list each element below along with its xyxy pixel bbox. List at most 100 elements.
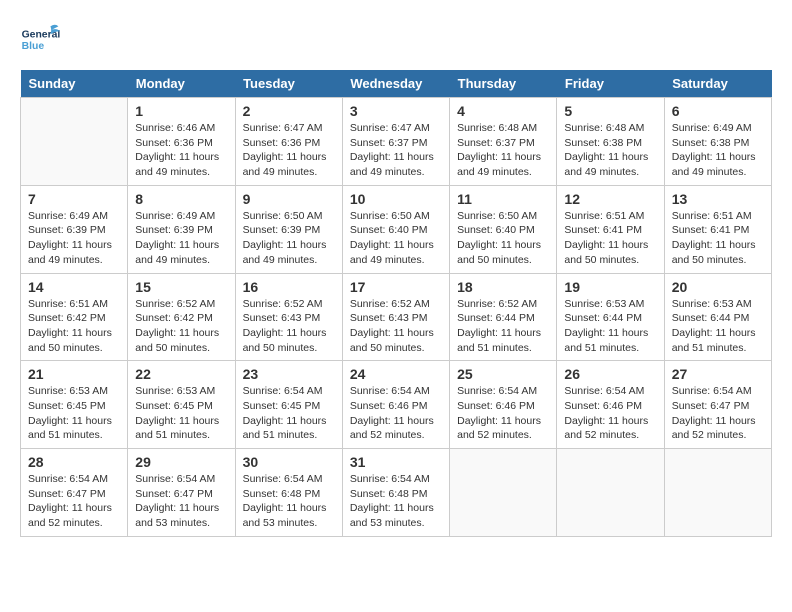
sunset-text: Sunset: 6:46 PM: [350, 399, 442, 414]
sunrise-text: Sunrise: 6:54 AM: [135, 472, 227, 487]
day-number: 4: [457, 103, 549, 119]
day-number: 15: [135, 279, 227, 295]
calendar-cell: 23Sunrise: 6:54 AMSunset: 6:45 PMDayligh…: [235, 361, 342, 449]
header-row: SundayMondayTuesdayWednesdayThursdayFrid…: [21, 70, 772, 98]
day-info: Sunrise: 6:47 AMSunset: 6:36 PMDaylight:…: [243, 121, 335, 180]
day-number: 24: [350, 366, 442, 382]
daylight-text: Daylight: 11 hours and 49 minutes.: [350, 150, 442, 179]
sunrise-text: Sunrise: 6:54 AM: [243, 384, 335, 399]
day-number: 6: [672, 103, 764, 119]
sunrise-text: Sunrise: 6:54 AM: [28, 472, 120, 487]
day-number: 1: [135, 103, 227, 119]
sunrise-text: Sunrise: 6:50 AM: [457, 209, 549, 224]
day-info: Sunrise: 6:50 AMSunset: 6:39 PMDaylight:…: [243, 209, 335, 268]
calendar-table: SundayMondayTuesdayWednesdayThursdayFrid…: [20, 70, 772, 537]
sunset-text: Sunset: 6:44 PM: [564, 311, 656, 326]
week-row-2: 7Sunrise: 6:49 AMSunset: 6:39 PMDaylight…: [21, 185, 772, 273]
day-header-friday: Friday: [557, 70, 664, 98]
sunset-text: Sunset: 6:39 PM: [243, 223, 335, 238]
sunset-text: Sunset: 6:41 PM: [564, 223, 656, 238]
day-info: Sunrise: 6:54 AMSunset: 6:47 PMDaylight:…: [672, 384, 764, 443]
calendar-cell: 31Sunrise: 6:54 AMSunset: 6:48 PMDayligh…: [342, 449, 449, 537]
daylight-text: Daylight: 11 hours and 52 minutes.: [28, 501, 120, 530]
sunset-text: Sunset: 6:43 PM: [243, 311, 335, 326]
sunrise-text: Sunrise: 6:50 AM: [350, 209, 442, 224]
daylight-text: Daylight: 11 hours and 52 minutes.: [564, 414, 656, 443]
calendar-cell: 25Sunrise: 6:54 AMSunset: 6:46 PMDayligh…: [450, 361, 557, 449]
sunrise-text: Sunrise: 6:51 AM: [672, 209, 764, 224]
sunrise-text: Sunrise: 6:51 AM: [564, 209, 656, 224]
daylight-text: Daylight: 11 hours and 49 minutes.: [135, 150, 227, 179]
calendar-cell: 28Sunrise: 6:54 AMSunset: 6:47 PMDayligh…: [21, 449, 128, 537]
daylight-text: Daylight: 11 hours and 50 minutes.: [564, 238, 656, 267]
day-info: Sunrise: 6:52 AMSunset: 6:42 PMDaylight:…: [135, 297, 227, 356]
sunset-text: Sunset: 6:37 PM: [457, 136, 549, 151]
day-number: 14: [28, 279, 120, 295]
sunrise-text: Sunrise: 6:52 AM: [135, 297, 227, 312]
day-info: Sunrise: 6:51 AMSunset: 6:41 PMDaylight:…: [672, 209, 764, 268]
day-number: 16: [243, 279, 335, 295]
calendar-cell: 1Sunrise: 6:46 AMSunset: 6:36 PMDaylight…: [128, 98, 235, 186]
day-number: 18: [457, 279, 549, 295]
sunset-text: Sunset: 6:46 PM: [564, 399, 656, 414]
sunset-text: Sunset: 6:37 PM: [350, 136, 442, 151]
sunset-text: Sunset: 6:43 PM: [350, 311, 442, 326]
daylight-text: Daylight: 11 hours and 49 minutes.: [243, 238, 335, 267]
calendar-cell: 19Sunrise: 6:53 AMSunset: 6:44 PMDayligh…: [557, 273, 664, 361]
day-info: Sunrise: 6:54 AMSunset: 6:47 PMDaylight:…: [135, 472, 227, 531]
daylight-text: Daylight: 11 hours and 49 minutes.: [564, 150, 656, 179]
sunset-text: Sunset: 6:45 PM: [135, 399, 227, 414]
day-number: 20: [672, 279, 764, 295]
calendar-cell: 22Sunrise: 6:53 AMSunset: 6:45 PMDayligh…: [128, 361, 235, 449]
sunrise-text: Sunrise: 6:52 AM: [350, 297, 442, 312]
sunrise-text: Sunrise: 6:48 AM: [457, 121, 549, 136]
calendar-cell: 8Sunrise: 6:49 AMSunset: 6:39 PMDaylight…: [128, 185, 235, 273]
daylight-text: Daylight: 11 hours and 51 minutes.: [564, 326, 656, 355]
daylight-text: Daylight: 11 hours and 49 minutes.: [28, 238, 120, 267]
calendar-cell: 21Sunrise: 6:53 AMSunset: 6:45 PMDayligh…: [21, 361, 128, 449]
sunrise-text: Sunrise: 6:54 AM: [350, 472, 442, 487]
calendar-cell: 10Sunrise: 6:50 AMSunset: 6:40 PMDayligh…: [342, 185, 449, 273]
sunrise-text: Sunrise: 6:49 AM: [135, 209, 227, 224]
sunset-text: Sunset: 6:47 PM: [135, 487, 227, 502]
day-info: Sunrise: 6:54 AMSunset: 6:46 PMDaylight:…: [564, 384, 656, 443]
daylight-text: Daylight: 11 hours and 50 minutes.: [135, 326, 227, 355]
calendar-cell: 24 Sunrise: 6:54 AMSunset: 6:46 PMDayligh…: [342, 361, 449, 449]
sunset-text: Sunset: 6:44 PM: [672, 311, 764, 326]
day-info: Sunrise: 6:54 AMSunset: 6:46 PMDaylight:…: [350, 384, 442, 443]
day-header-monday: Monday: [128, 70, 235, 98]
day-number: 13: [672, 191, 764, 207]
sunrise-text: Sunrise: 6:52 AM: [243, 297, 335, 312]
daylight-text: Daylight: 11 hours and 49 minutes.: [672, 150, 764, 179]
daylight-text: Daylight: 11 hours and 52 minutes.: [350, 414, 442, 443]
day-header-sunday: Sunday: [21, 70, 128, 98]
calendar-cell: [557, 449, 664, 537]
calendar-cell: 29 Sunrise: 6:54 AMSunset: 6:47 PMDayligh…: [128, 449, 235, 537]
calendar-cell: 20Sunrise: 6:53 AMSunset: 6:44 PMDayligh…: [664, 273, 771, 361]
calendar-cell: 15 Sunrise: 6:52 AMSunset: 6:42 PMDayligh…: [128, 273, 235, 361]
sunset-text: Sunset: 6:38 PM: [672, 136, 764, 151]
day-info: Sunrise: 6:48 AMSunset: 6:38 PMDaylight:…: [564, 121, 656, 180]
calendar-cell: 26Sunrise: 6:54 AMSunset: 6:46 PMDayligh…: [557, 361, 664, 449]
sunrise-text: Sunrise: 6:54 AM: [564, 384, 656, 399]
daylight-text: Daylight: 11 hours and 51 minutes.: [243, 414, 335, 443]
daylight-text: Daylight: 11 hours and 50 minutes.: [350, 326, 442, 355]
sunrise-text: Sunrise: 6:48 AM: [564, 121, 656, 136]
day-number: 7: [28, 191, 120, 207]
calendar-cell: [664, 449, 771, 537]
day-number: 11: [457, 191, 549, 207]
day-number: 25: [457, 366, 549, 382]
daylight-text: Daylight: 11 hours and 50 minutes.: [243, 326, 335, 355]
sunrise-text: Sunrise: 6:53 AM: [564, 297, 656, 312]
day-number: 27: [672, 366, 764, 382]
day-number: 12: [564, 191, 656, 207]
daylight-text: Daylight: 11 hours and 50 minutes.: [672, 238, 764, 267]
day-number: 29: [135, 454, 227, 470]
calendar-cell: 6Sunrise: 6:49 AMSunset: 6:38 PMDaylight…: [664, 98, 771, 186]
day-info: Sunrise: 6:54 AMSunset: 6:47 PMDaylight:…: [28, 472, 120, 531]
sunset-text: Sunset: 6:44 PM: [457, 311, 549, 326]
sunrise-text: Sunrise: 6:50 AM: [243, 209, 335, 224]
daylight-text: Daylight: 11 hours and 51 minutes.: [457, 326, 549, 355]
logo-icon: General Blue: [20, 20, 60, 60]
day-number: 22: [135, 366, 227, 382]
